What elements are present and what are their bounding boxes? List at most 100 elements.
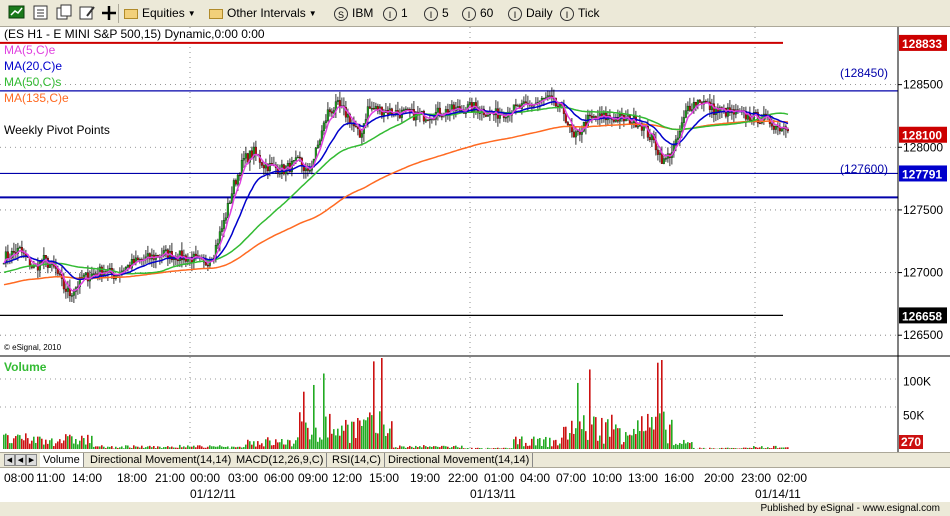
interval-tick-button[interactable]: I Tick <box>560 3 600 23</box>
volume-bar <box>429 446 431 449</box>
interval-daily-button[interactable]: I Daily <box>508 3 553 23</box>
volume-bar <box>579 421 581 449</box>
volume-bar <box>159 446 161 449</box>
volume-bar <box>475 447 477 449</box>
scroll-left-end-icon[interactable]: ◀ <box>4 454 15 466</box>
volume-bar <box>353 421 355 449</box>
volume-bar <box>643 431 645 449</box>
time-tick-label: 00:00 <box>190 471 220 485</box>
candle <box>590 115 593 118</box>
candle <box>686 105 689 111</box>
candle <box>262 165 265 169</box>
volume-bar <box>481 448 483 449</box>
volume-bar <box>225 446 227 449</box>
volume-bar <box>515 436 517 449</box>
volume-bar <box>431 446 433 449</box>
new-chart-icon[interactable] <box>32 4 50 22</box>
other-intervals-dropdown[interactable]: Other Intervals ▼ <box>209 3 317 23</box>
volume-bar <box>669 424 671 449</box>
candle <box>32 266 35 268</box>
candle <box>688 105 691 111</box>
tab-rsi[interactable]: RSI(14,C) <box>329 453 385 467</box>
volume-bar <box>307 427 309 449</box>
volume-bar <box>177 447 179 449</box>
volume-bar <box>107 446 109 449</box>
volume-bar <box>95 446 97 449</box>
volume-bar <box>663 411 665 449</box>
time-tick-label: 19:00 <box>410 471 440 485</box>
volume-bar <box>569 433 571 449</box>
volume-bar <box>547 447 549 449</box>
candle <box>92 273 95 275</box>
interval-5-button[interactable]: I5 <box>424 3 449 23</box>
volume-bar <box>371 415 373 449</box>
volume-bar <box>139 447 141 449</box>
candle <box>194 253 197 256</box>
volume-bar <box>299 412 301 449</box>
volume-bar <box>383 424 385 449</box>
tab-directional-movement-1[interactable]: Directional Movement(14,14) <box>87 453 236 467</box>
volume-bar <box>395 447 397 449</box>
volume-bar <box>449 447 451 449</box>
volume-bar <box>373 361 375 449</box>
equities-dropdown[interactable]: Equities ▼ <box>124 3 196 23</box>
properties-icon[interactable] <box>78 4 96 22</box>
volume-bar <box>765 448 767 449</box>
volume-bar <box>753 446 755 449</box>
volume-bar <box>739 448 741 449</box>
volume-bar <box>375 432 377 449</box>
volume-bar <box>105 448 107 449</box>
symbol-ibm-button[interactable]: S IBM <box>334 3 373 23</box>
candle <box>636 125 639 128</box>
candle <box>786 129 789 132</box>
volume-bar <box>285 444 287 449</box>
symbol-label: IBM <box>352 6 374 20</box>
volume-bar <box>219 445 221 449</box>
price-tick-label: 127500 <box>903 203 943 217</box>
volume-bar <box>297 437 299 449</box>
tab-volume[interactable]: Volume <box>40 453 84 467</box>
volume-bar <box>455 445 457 449</box>
volume-bar <box>593 416 595 449</box>
volume-bar <box>683 439 685 449</box>
volume-bar <box>727 447 729 449</box>
candle <box>516 105 519 107</box>
scroll-left-icon[interactable]: ◀ <box>15 454 26 466</box>
scroll-right-icon[interactable]: ▶ <box>26 454 37 466</box>
volume-bar <box>19 435 21 449</box>
volume-bar <box>385 435 387 449</box>
volume-bar <box>777 448 779 449</box>
volume-bar <box>73 443 75 449</box>
volume-bar <box>213 446 215 449</box>
candle <box>226 202 229 219</box>
volume-bar <box>751 448 753 449</box>
time-axis: 08:00 11:00 14:00 18:00 21:00 00:00 03:00 06:00… <box>0 468 950 502</box>
volume-bar <box>279 442 281 449</box>
interval-60-button[interactable]: I 60 <box>462 3 493 23</box>
candle <box>664 158 667 160</box>
interval-1-button[interactable]: I1 <box>383 3 408 23</box>
volume-bar <box>613 429 615 449</box>
time-tick-label: 02:00 <box>777 471 807 485</box>
candle <box>658 152 661 155</box>
tab-macd[interactable]: MACD(12,26,9,C) <box>233 453 328 467</box>
interval-daily-label: Daily <box>526 6 553 20</box>
tab-directional-movement-2[interactable]: Directional Movement(14,14) <box>385 453 534 467</box>
candle <box>222 220 225 229</box>
link-windows-icon[interactable] <box>55 4 73 22</box>
volume-bar <box>23 440 25 449</box>
volume-bar <box>619 428 621 449</box>
candle <box>18 246 21 249</box>
chart-icon[interactable] <box>8 4 26 22</box>
volume-bar <box>435 446 437 449</box>
volume-bar <box>49 440 51 449</box>
volume-bar <box>123 448 125 449</box>
volume-bar <box>25 433 27 449</box>
time-tick-label: 07:00 <box>556 471 586 485</box>
crosshair-icon[interactable] <box>100 4 118 22</box>
chart-area[interactable]: 128500128000127500127000126500100K50K 12… <box>0 27 950 452</box>
volume-bar <box>149 445 151 449</box>
tab-label: MACD(12,26,9,C) <box>236 454 324 466</box>
candle <box>296 156 299 159</box>
volume-bar <box>257 441 259 449</box>
